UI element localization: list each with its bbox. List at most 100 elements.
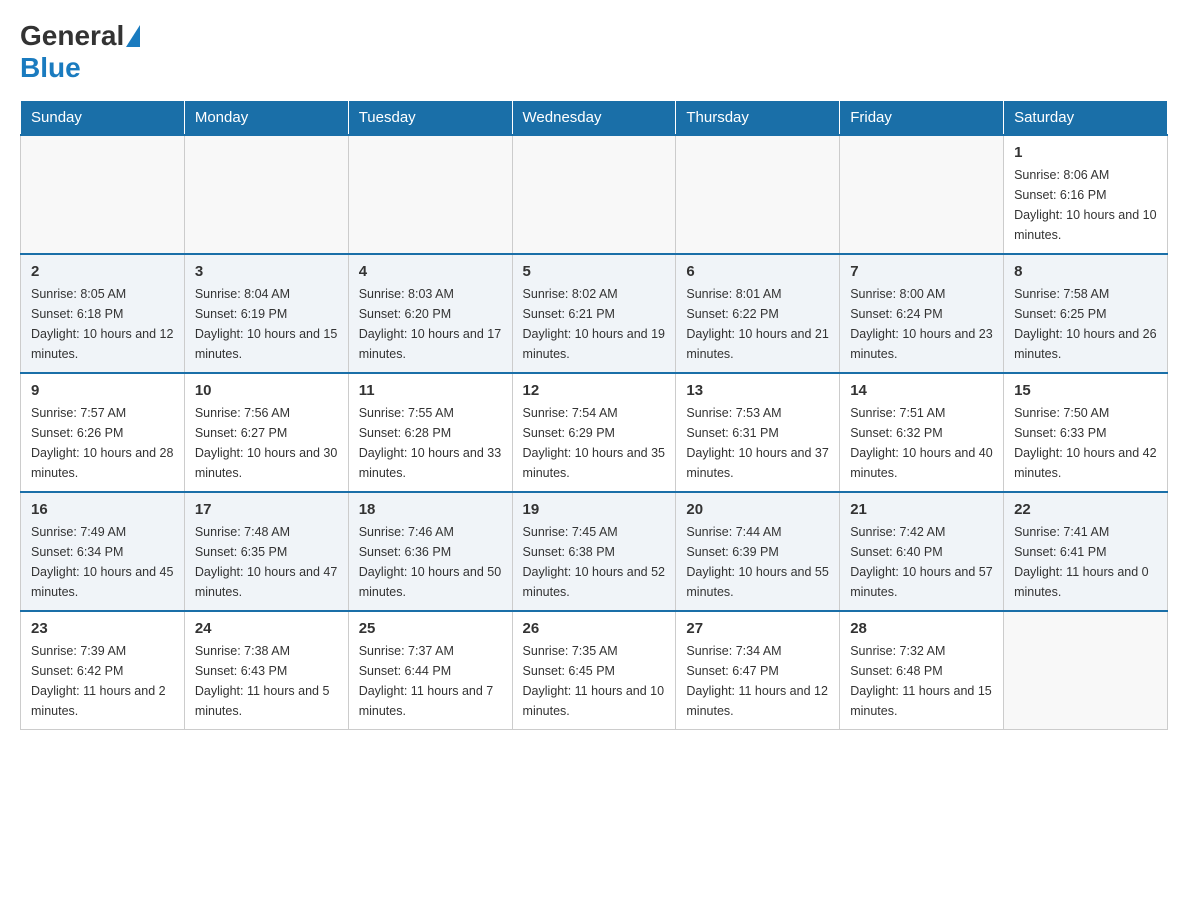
day-info: Sunrise: 7:54 AMSunset: 6:29 PMDaylight:…	[523, 403, 666, 483]
day-info: Sunrise: 8:03 AMSunset: 6:20 PMDaylight:…	[359, 284, 502, 364]
calendar-cell: 17 Sunrise: 7:48 AMSunset: 6:35 PMDayligh…	[184, 492, 348, 611]
day-number: 23	[31, 620, 174, 637]
day-number: 9	[31, 382, 174, 399]
calendar-cell	[512, 135, 676, 254]
day-number: 13	[686, 382, 829, 399]
calendar-cell: 13 Sunrise: 7:53 AMSunset: 6:31 PMDayligh…	[676, 373, 840, 492]
day-number: 25	[359, 620, 502, 637]
calendar-cell: 22 Sunrise: 7:41 AMSunset: 6:41 PMDayligh…	[1004, 492, 1168, 611]
day-info: Sunrise: 7:32 AMSunset: 6:48 PMDaylight:…	[850, 641, 993, 721]
calendar-cell: 14 Sunrise: 7:51 AMSunset: 6:32 PMDayligh…	[840, 373, 1004, 492]
day-info: Sunrise: 7:35 AMSunset: 6:45 PMDaylight:…	[523, 641, 666, 721]
day-number: 10	[195, 382, 338, 399]
calendar-cell: 26 Sunrise: 7:35 AMSunset: 6:45 PMDayligh…	[512, 611, 676, 730]
logo-general-text: General	[20, 20, 124, 52]
day-info: Sunrise: 7:48 AMSunset: 6:35 PMDaylight:…	[195, 522, 338, 602]
calendar-cell: 4 Sunrise: 8:03 AMSunset: 6:20 PMDaylight…	[348, 254, 512, 373]
day-info: Sunrise: 7:38 AMSunset: 6:43 PMDaylight:…	[195, 641, 338, 721]
calendar-week-row-1: 1Sunrise: 8:06 AMSunset: 6:16 PMDaylight…	[21, 135, 1168, 254]
day-info: Sunrise: 7:34 AMSunset: 6:47 PMDaylight:…	[686, 641, 829, 721]
day-number: 8	[1014, 263, 1157, 280]
day-info: Sunrise: 8:04 AMSunset: 6:19 PMDaylight:…	[195, 284, 338, 364]
calendar-header-friday: Friday	[840, 101, 1004, 136]
calendar-week-row-2: 2 Sunrise: 8:05 AMSunset: 6:18 PMDaylight…	[21, 254, 1168, 373]
day-number: 7	[850, 263, 993, 280]
day-info: Sunrise: 7:46 AMSunset: 6:36 PMDaylight:…	[359, 522, 502, 602]
calendar-header-monday: Monday	[184, 101, 348, 136]
day-number: 22	[1014, 501, 1157, 518]
day-info: Sunrise: 7:57 AMSunset: 6:26 PMDaylight:…	[31, 403, 174, 483]
calendar-cell	[184, 135, 348, 254]
calendar-cell	[21, 135, 185, 254]
day-number: 19	[523, 501, 666, 518]
calendar-cell: 10Sunrise: 7:56 AMSunset: 6:27 PMDayligh…	[184, 373, 348, 492]
day-number: 14	[850, 382, 993, 399]
calendar-cell: 18 Sunrise: 7:46 AMSunset: 6:36 PMDayligh…	[348, 492, 512, 611]
calendar-cell: 12 Sunrise: 7:54 AMSunset: 6:29 PMDayligh…	[512, 373, 676, 492]
day-number: 16	[31, 501, 174, 518]
calendar-cell	[348, 135, 512, 254]
calendar-cell: 8 Sunrise: 7:58 AMSunset: 6:25 PMDaylight…	[1004, 254, 1168, 373]
day-number: 17	[195, 501, 338, 518]
day-number: 27	[686, 620, 829, 637]
calendar-cell	[1004, 611, 1168, 730]
page-header: General Blue	[20, 20, 1168, 84]
calendar-week-row-4: 16Sunrise: 7:49 AMSunset: 6:34 PMDayligh…	[21, 492, 1168, 611]
calendar-header-saturday: Saturday	[1004, 101, 1168, 136]
day-info: Sunrise: 7:37 AMSunset: 6:44 PMDaylight:…	[359, 641, 502, 721]
day-info: Sunrise: 7:44 AMSunset: 6:39 PMDaylight:…	[686, 522, 829, 602]
calendar-cell: 20 Sunrise: 7:44 AMSunset: 6:39 PMDayligh…	[676, 492, 840, 611]
day-number: 26	[523, 620, 666, 637]
logo: General Blue	[20, 20, 142, 84]
calendar-week-row-5: 23 Sunrise: 7:39 AMSunset: 6:42 PMDayligh…	[21, 611, 1168, 730]
day-info: Sunrise: 7:42 AMSunset: 6:40 PMDaylight:…	[850, 522, 993, 602]
day-info: Sunrise: 8:01 AMSunset: 6:22 PMDaylight:…	[686, 284, 829, 364]
day-number: 4	[359, 263, 502, 280]
day-info: Sunrise: 7:53 AMSunset: 6:31 PMDaylight:…	[686, 403, 829, 483]
calendar-cell: 11 Sunrise: 7:55 AMSunset: 6:28 PMDayligh…	[348, 373, 512, 492]
day-number: 2	[31, 263, 174, 280]
day-info: Sunrise: 7:58 AMSunset: 6:25 PMDaylight:…	[1014, 284, 1157, 364]
day-number: 12	[523, 382, 666, 399]
calendar-cell: 19 Sunrise: 7:45 AMSunset: 6:38 PMDayligh…	[512, 492, 676, 611]
day-number: 5	[523, 263, 666, 280]
calendar-cell: 15 Sunrise: 7:50 AMSunset: 6:33 PMDayligh…	[1004, 373, 1168, 492]
calendar-cell: 1Sunrise: 8:06 AMSunset: 6:16 PMDaylight…	[1004, 135, 1168, 254]
day-info: Sunrise: 8:02 AMSunset: 6:21 PMDaylight:…	[523, 284, 666, 364]
day-number: 1	[1014, 144, 1157, 161]
day-number: 20	[686, 501, 829, 518]
day-number: 11	[359, 382, 502, 399]
day-info: Sunrise: 8:05 AMSunset: 6:18 PMDaylight:…	[31, 284, 174, 364]
day-info: Sunrise: 7:39 AMSunset: 6:42 PMDaylight:…	[31, 641, 174, 721]
calendar-cell: 9 Sunrise: 7:57 AMSunset: 6:26 PMDaylight…	[21, 373, 185, 492]
logo-triangle-icon	[126, 25, 140, 47]
calendar-header-row: SundayMondayTuesdayWednesdayThursdayFrid…	[21, 101, 1168, 136]
calendar-cell: 16Sunrise: 7:49 AMSunset: 6:34 PMDayligh…	[21, 492, 185, 611]
day-number: 21	[850, 501, 993, 518]
calendar-header-sunday: Sunday	[21, 101, 185, 136]
calendar-cell: 5 Sunrise: 8:02 AMSunset: 6:21 PMDaylight…	[512, 254, 676, 373]
day-info: Sunrise: 7:45 AMSunset: 6:38 PMDaylight:…	[523, 522, 666, 602]
calendar-cell: 25 Sunrise: 7:37 AMSunset: 6:44 PMDayligh…	[348, 611, 512, 730]
calendar-header-wednesday: Wednesday	[512, 101, 676, 136]
day-number: 18	[359, 501, 502, 518]
day-number: 6	[686, 263, 829, 280]
calendar-table: SundayMondayTuesdayWednesdayThursdayFrid…	[20, 100, 1168, 730]
day-info: Sunrise: 7:55 AMSunset: 6:28 PMDaylight:…	[359, 403, 502, 483]
calendar-cell: 3Sunrise: 8:04 AMSunset: 6:19 PMDaylight…	[184, 254, 348, 373]
calendar-cell: 7 Sunrise: 8:00 AMSunset: 6:24 PMDaylight…	[840, 254, 1004, 373]
day-info: Sunrise: 7:51 AMSunset: 6:32 PMDaylight:…	[850, 403, 993, 483]
day-info: Sunrise: 7:41 AMSunset: 6:41 PMDaylight:…	[1014, 522, 1157, 602]
day-number: 15	[1014, 382, 1157, 399]
calendar-header-tuesday: Tuesday	[348, 101, 512, 136]
logo-blue-text: Blue	[20, 52, 81, 84]
calendar-cell	[840, 135, 1004, 254]
calendar-cell: 6 Sunrise: 8:01 AMSunset: 6:22 PMDaylight…	[676, 254, 840, 373]
calendar-cell: 24Sunrise: 7:38 AMSunset: 6:43 PMDayligh…	[184, 611, 348, 730]
day-info: Sunrise: 7:50 AMSunset: 6:33 PMDaylight:…	[1014, 403, 1157, 483]
calendar-week-row-3: 9 Sunrise: 7:57 AMSunset: 6:26 PMDaylight…	[21, 373, 1168, 492]
day-info: Sunrise: 8:00 AMSunset: 6:24 PMDaylight:…	[850, 284, 993, 364]
calendar-cell	[676, 135, 840, 254]
calendar-cell: 2 Sunrise: 8:05 AMSunset: 6:18 PMDaylight…	[21, 254, 185, 373]
calendar-cell: 27 Sunrise: 7:34 AMSunset: 6:47 PMDayligh…	[676, 611, 840, 730]
